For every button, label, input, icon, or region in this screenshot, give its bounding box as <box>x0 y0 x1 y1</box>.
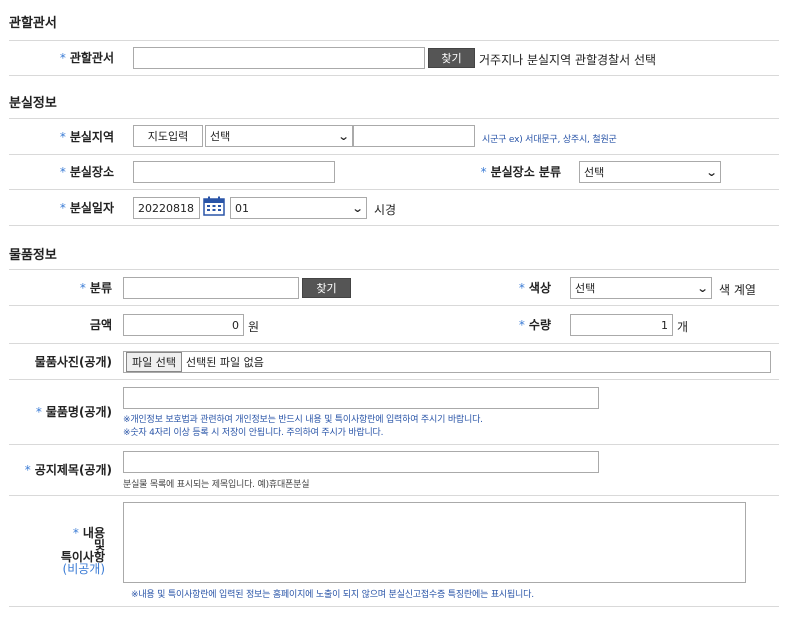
category-label-text: 분류 <box>89 280 112 295</box>
hour-select[interactable]: 01 ⌄ <box>230 197 367 219</box>
category-search-button[interactable]: 찾기 <box>302 278 351 298</box>
required-mark: * <box>480 165 487 179</box>
category-row: * 분류 찾기 * 색상 선택 ⌄ 색 계열 <box>9 270 779 306</box>
loss-date-label: * 분실일자 <box>9 190 114 225</box>
hour-select-value: 01 <box>235 201 249 215</box>
photo-file-field: 파일 선택 선택된 파일 없음 <box>123 351 771 373</box>
place-type-label: * 분실장소 분류 <box>449 155 561 189</box>
notice-title-input[interactable] <box>123 451 599 473</box>
qty-label: * 수량 <box>479 306 551 343</box>
color-select-value: 선택 <box>575 282 596 295</box>
notice-title-note: 분실물 목록에 표시되는 제목입니다. 예)휴대폰분실 <box>123 480 310 490</box>
chevron-down-icon: ⌄ <box>337 129 350 143</box>
calendar-icon[interactable] <box>203 196 225 216</box>
content-textarea[interactable] <box>123 502 746 583</box>
required-mark: * <box>59 165 66 179</box>
section-title-item-info: 물품정보 <box>9 248 57 263</box>
amount-input[interactable]: 0 <box>123 314 244 336</box>
file-select-button[interactable]: 파일 선택 <box>126 352 182 372</box>
loss-date-input[interactable]: 20220818 <box>133 197 200 219</box>
required-mark: * <box>59 200 66 215</box>
color-suffix: 색 계열 <box>719 283 756 297</box>
amount-row: 금액 0 원 * 수량 1 개 <box>9 306 779 344</box>
loss-place-label: * 분실장소 <box>9 155 114 189</box>
jurisdiction-row: * 관할관서 찾기 거주지나 분실지역 관할경찰서 선택 <box>9 41 779 76</box>
qty-label-text: 수량 <box>528 317 551 332</box>
jurisdiction-search-button[interactable]: 찾기 <box>428 48 475 68</box>
chevron-down-icon: ⌄ <box>351 201 364 215</box>
item-name-note-2: ※숫자 4자리 이상 등록 시 저장이 안됩니다. 주의하여 주시가 바랍니다. <box>123 428 384 438</box>
place-type-select-value: 선택 <box>584 166 605 179</box>
section-title-jurisdiction: 관할관서 <box>9 16 57 31</box>
color-label: * 색상 <box>479 270 551 305</box>
notice-title-row: * 공지제목(공개) 분실물 목록에 표시되는 제목입니다. 예)휴대폰분실 <box>9 445 779 496</box>
item-name-label: * 물품명(공개) <box>9 380 112 444</box>
required-mark: * <box>35 405 42 419</box>
item-name-input[interactable] <box>123 387 599 409</box>
required-mark: * <box>518 280 525 295</box>
file-status: 선택된 파일 없음 <box>185 356 264 369</box>
required-mark: * <box>59 51 66 65</box>
section-title-loss-info: 분실정보 <box>9 96 57 111</box>
loss-date-row: * 분실일자 20220818 01 ⌄ 시경 <box>9 190 779 226</box>
loss-area-row: * 분실지역 지도입력 선택 ⌄ 시군구 ex) 서대문구, 상주시, 철원군 <box>9 119 779 155</box>
content-label-line-4: (비공개) <box>62 562 105 576</box>
qty-unit: 개 <box>677 320 689 334</box>
notice-title-label-text: 공지제목(공개) <box>34 463 112 477</box>
chevron-down-icon: ⌄ <box>696 281 709 295</box>
category-input[interactable] <box>123 277 299 299</box>
chevron-down-icon: ⌄ <box>705 165 718 179</box>
amount-unit: 원 <box>248 320 260 334</box>
map-input-button[interactable]: 지도입력 <box>133 125 203 147</box>
loss-place-label-text: 분실장소 <box>69 165 114 179</box>
amount-label: 금액 <box>89 317 112 332</box>
required-mark: * <box>518 317 525 332</box>
jurisdiction-label-text: 관할관서 <box>69 51 114 65</box>
notice-title-label: * 공지제목(공개) <box>9 445 112 495</box>
place-type-select[interactable]: 선택 ⌄ <box>579 161 721 183</box>
loss-area-select[interactable]: 선택 ⌄ <box>205 125 353 147</box>
content-row: * 내용 및 특이사항 (비공개) ※내용 및 특이사항란에 입력된 정보는 홈페… <box>9 496 779 607</box>
hour-suffix: 시경 <box>374 203 397 217</box>
content-label: * 내용 및 특이사항 (비공개) <box>9 496 105 606</box>
required-mark: * <box>79 280 86 295</box>
color-label-text: 색상 <box>528 280 551 295</box>
jurisdiction-input[interactable] <box>133 47 425 69</box>
loss-area-select-value: 선택 <box>210 130 231 143</box>
qty-input[interactable]: 1 <box>570 314 673 336</box>
loss-place-row: * 분실장소 * 분실장소 분류 선택 ⌄ <box>9 155 779 190</box>
place-type-label-text: 분실장소 분류 <box>490 165 561 179</box>
item-name-row: * 물품명(공개) ※개인정보 보호법과 관련하여 개인정보는 반드시 내용 및… <box>9 380 779 445</box>
item-name-note-1: ※개인정보 보호법과 관련하여 개인정보는 반드시 내용 및 특이사항란에 입력… <box>123 415 483 425</box>
loss-area-label-text: 분실지역 <box>69 129 114 144</box>
item-name-label-text: 물품명(공개) <box>45 405 112 419</box>
photo-row: 물품사진(공개) 파일 선택 선택된 파일 없음 <box>9 344 779 380</box>
loss-area-label: * 분실지역 <box>9 119 114 154</box>
required-mark: * <box>72 526 79 540</box>
color-select[interactable]: 선택 ⌄ <box>570 277 712 299</box>
loss-date-label-text: 분실일자 <box>69 200 114 215</box>
loss-area-hint: 시군구 ex) 서대문구, 상주시, 철원군 <box>482 135 617 145</box>
loss-place-input[interactable] <box>133 161 335 183</box>
item-info-table: * 분류 찾기 * 색상 선택 ⌄ 색 계열 금액 0 원 * 수량 1 개 물… <box>9 269 779 607</box>
required-mark: * <box>24 463 31 477</box>
loss-info-table: * 분실지역 지도입력 선택 ⌄ 시군구 ex) 서대문구, 상주시, 철원군 … <box>9 118 779 226</box>
category-label: * 분류 <box>9 270 112 305</box>
jurisdiction-hint: 거주지나 분실지역 관할경찰서 선택 <box>479 53 657 67</box>
required-mark: * <box>59 129 66 144</box>
content-note: ※내용 및 특이사항란에 입력된 정보는 홈페이지에 노출이 되지 않으며 분실… <box>131 590 534 600</box>
loss-area-text-input[interactable] <box>353 125 475 147</box>
jurisdiction-label: * 관할관서 <box>9 41 114 75</box>
jurisdiction-table: * 관할관서 찾기 거주지나 분실지역 관할경찰서 선택 <box>9 40 779 76</box>
photo-label: 물품사진(공개) <box>34 354 112 369</box>
